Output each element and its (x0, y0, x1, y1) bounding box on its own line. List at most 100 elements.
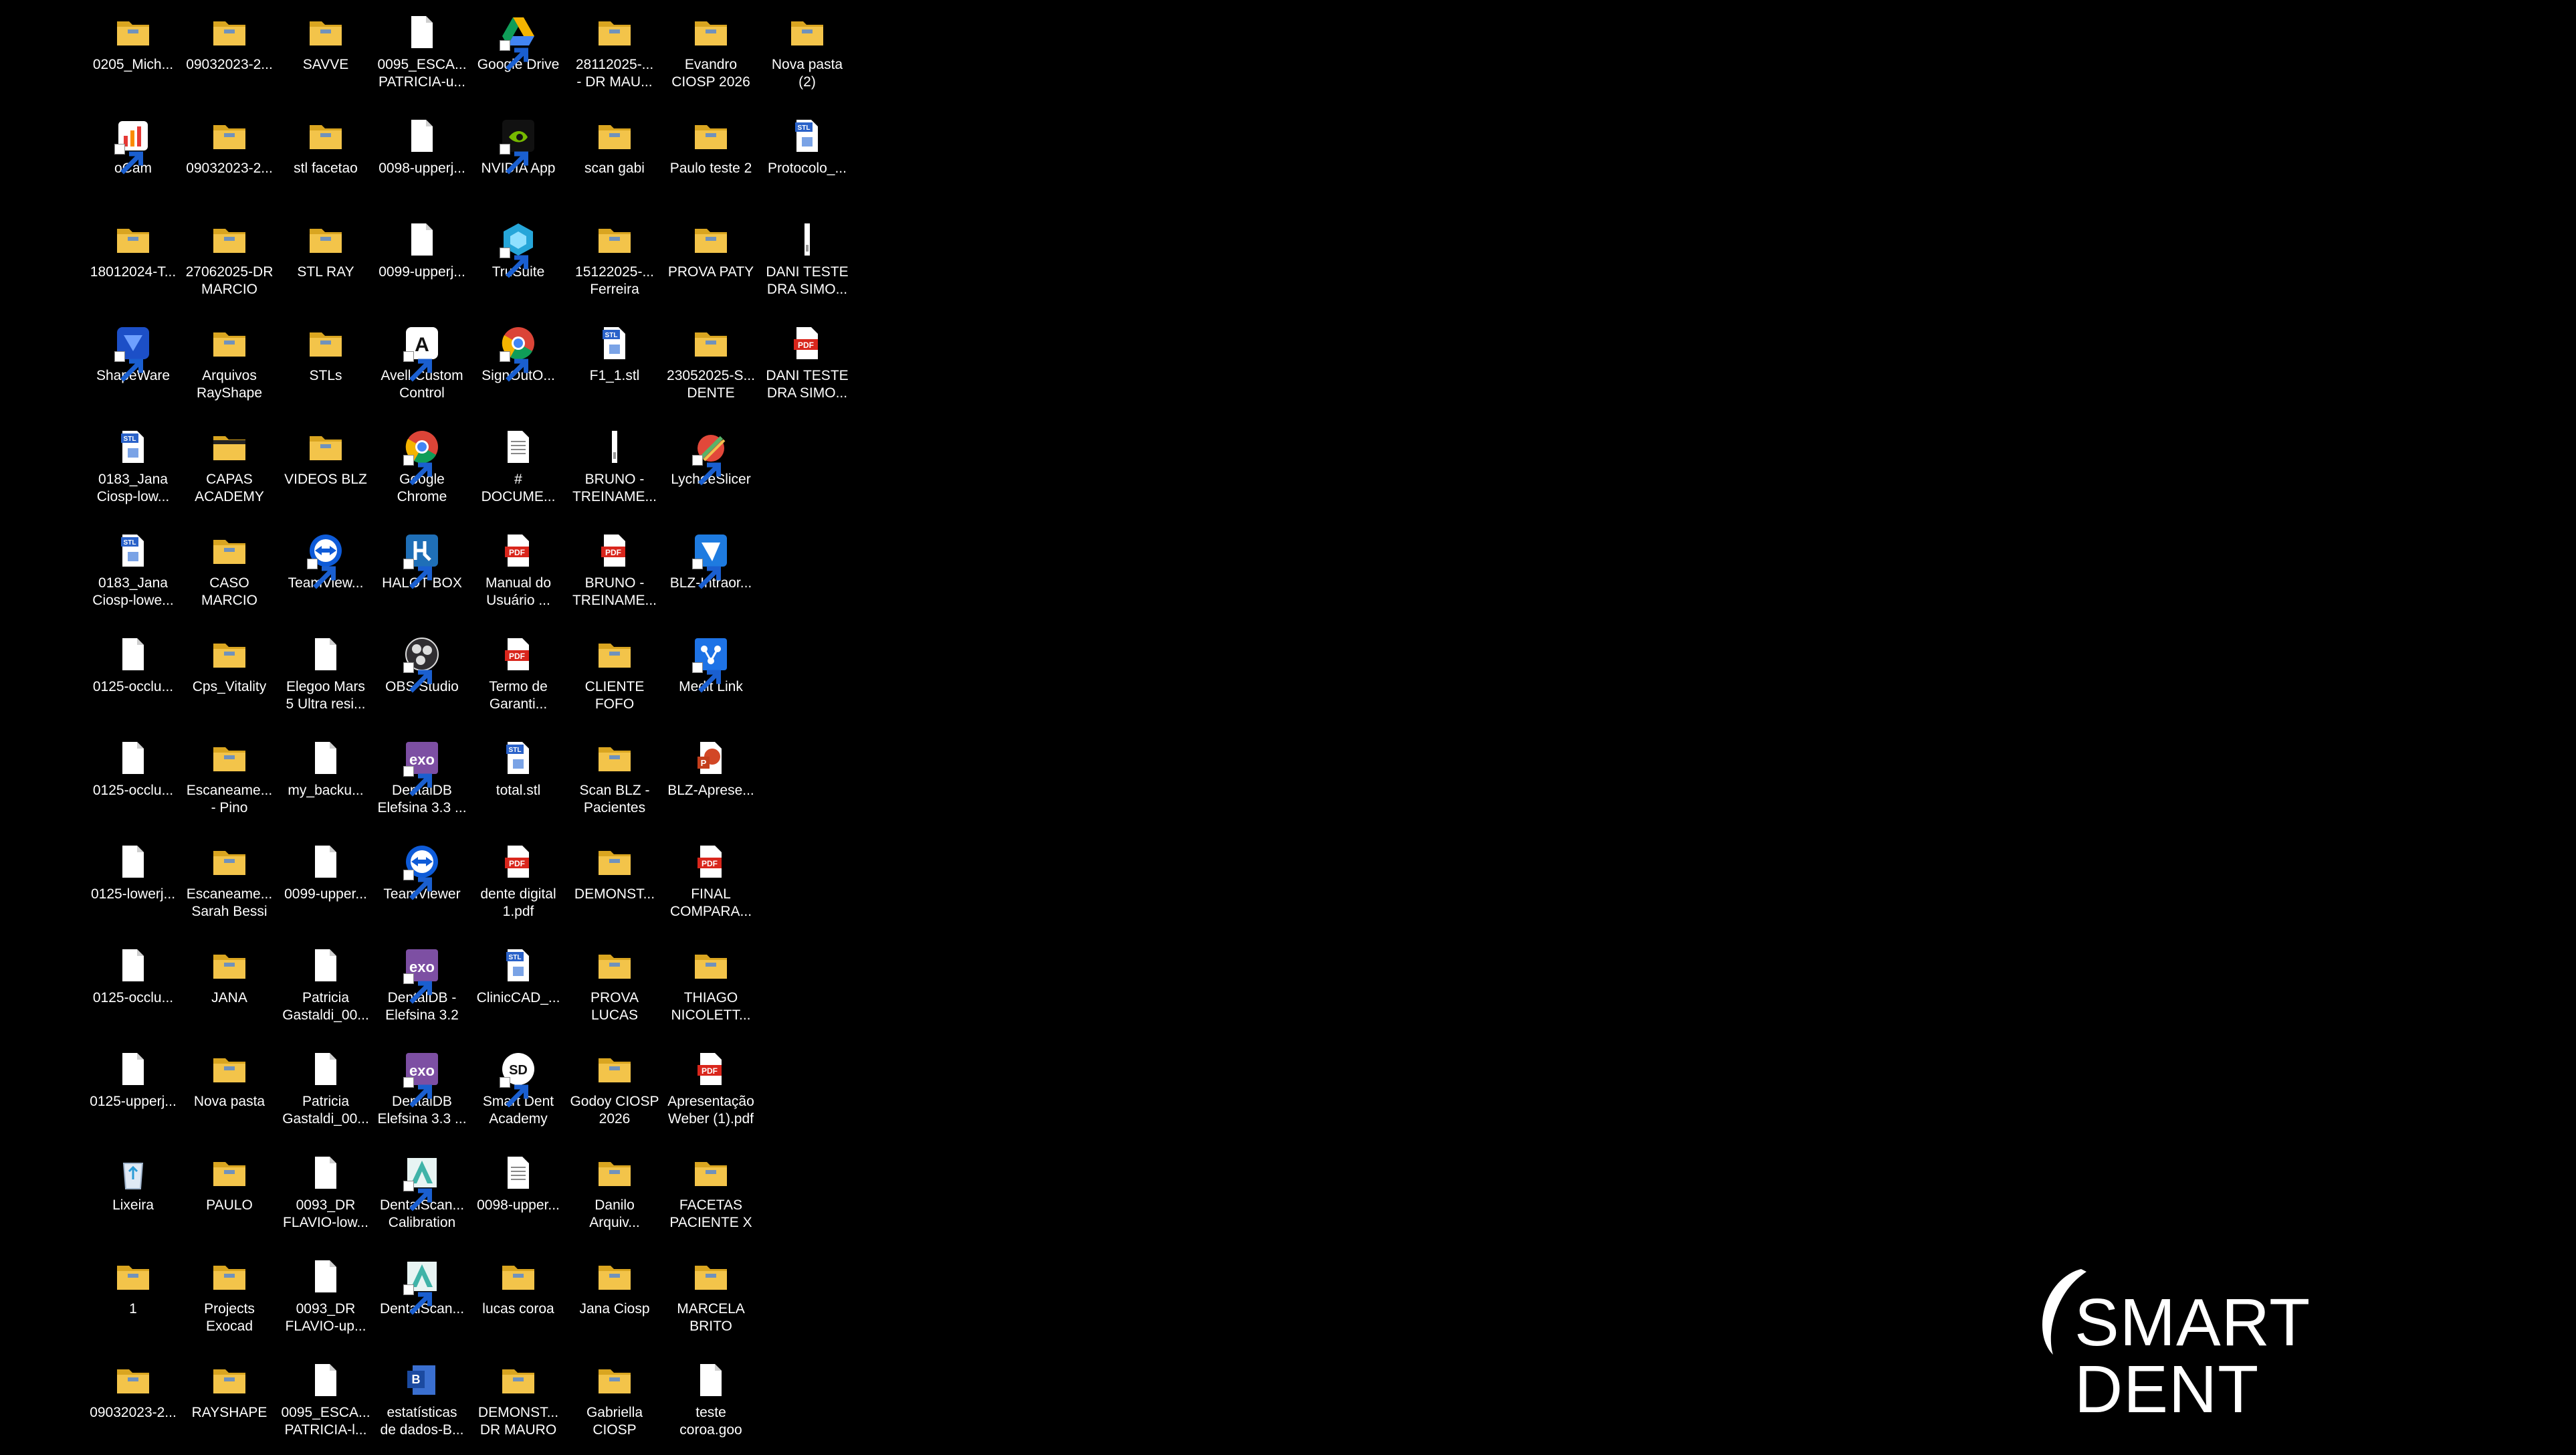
desktop-icon[interactable]: my_backu... (278, 733, 373, 833)
desktop-icon[interactable]: NVIDIA App (471, 110, 566, 211)
desktop-icon[interactable]: 0095_ESCA... PATRICIA-l... (278, 1355, 373, 1455)
desktop-icon[interactable]: THIAGO NICOLETT... (663, 940, 758, 1040)
desktop-icon[interactable]: STL ClinicCAD_... (471, 940, 566, 1040)
desktop-icon[interactable]: OBS Studio (374, 629, 469, 729)
desktop-icon[interactable]: scan gabi (567, 110, 662, 211)
desktop-icon[interactable]: TeamViewer (374, 836, 469, 937)
desktop-icon[interactable]: teste coroa.goo (663, 1355, 758, 1455)
desktop-icon[interactable]: lucas coroa (471, 1251, 566, 1351)
desktop-icon[interactable]: 0095_ESCA... PATRICIA-u... (374, 7, 469, 107)
desktop-icon[interactable]: BRUNO - TREINAME... (567, 421, 662, 522)
desktop-icon[interactable]: 18012024-T... (86, 214, 181, 314)
desktop-icon[interactable]: # DOCUME... (471, 421, 566, 522)
desktop-icon[interactable]: exo DentalDB - Elefsina 3.2 (374, 940, 469, 1040)
desktop-icon[interactable]: PDF Termo de Garanti... (471, 629, 566, 729)
desktop-icon[interactable]: 0125-lowerj... (86, 836, 181, 937)
desktop-icon[interactable]: SignOutO... (471, 318, 566, 418)
desktop-icon[interactable]: PDF Apresentação Weber (1).pdf (663, 1044, 758, 1144)
desktop-icon[interactable]: 0099-upper... (278, 836, 373, 937)
desktop-icon[interactable]: STLs (278, 318, 373, 418)
desktop-icon[interactable]: 28112025-... - DR MAU... (567, 7, 662, 107)
desktop-icon[interactable]: STL Protocolo_... (760, 110, 855, 211)
desktop-icon[interactable]: DEMONST... DR MAURO (471, 1355, 566, 1455)
desktop-icon[interactable]: DentalScan... (374, 1251, 469, 1351)
desktop-icon[interactable]: Google Chrome (374, 421, 469, 522)
desktop-icon[interactable]: STL F1_1.stl (567, 318, 662, 418)
desktop-icon[interactable]: Patricia Gastaldi_00... (278, 940, 373, 1040)
desktop-icon[interactable]: STL total.stl (471, 733, 566, 833)
desktop-icon[interactable]: PDF FINAL COMPARA... (663, 836, 758, 937)
desktop-icon[interactable]: SAVVE (278, 7, 373, 107)
desktop-icon[interactable]: FACETAS PACIENTE X (663, 1147, 758, 1248)
desktop-icon[interactable]: Nova pasta (2) (760, 7, 855, 107)
desktop-icon[interactable]: 09032023-2... (182, 7, 277, 107)
desktop-icon[interactable]: PDF Manual do Usuário ... (471, 525, 566, 625)
desktop-icon[interactable]: CAPAS ACADEMY (182, 421, 277, 522)
desktop-icon[interactable]: DEMONST... (567, 836, 662, 937)
desktop-icon[interactable]: ShapeWare (86, 318, 181, 418)
desktop-icon[interactable]: JANA (182, 940, 277, 1040)
desktop-icon[interactable]: 0098-upperj... (374, 110, 469, 211)
desktop-icon[interactable]: 0098-upper... (471, 1147, 566, 1248)
desktop-icon[interactable]: TeamView... (278, 525, 373, 625)
desktop-icon[interactable]: MARCELA BRITO (663, 1251, 758, 1351)
desktop-icon[interactable]: 27062025-DR MARCIO (182, 214, 277, 314)
desktop-icon[interactable]: 0125-occlu... (86, 629, 181, 729)
desktop-icon[interactable]: exo DentalDB Elefsina 3.3 ... (374, 1044, 469, 1144)
desktop-icon[interactable]: PDF DANI TESTE DRA SIMO... (760, 318, 855, 418)
desktop-icon[interactable]: TruSuite (471, 214, 566, 314)
desktop-icon[interactable]: PDF BRUNO - TREINAME... (567, 525, 662, 625)
desktop-icon[interactable]: Elegoo Mars 5 Ultra resi... (278, 629, 373, 729)
desktop-icon[interactable]: STL 0183_Jana Ciosp-lowe... (86, 525, 181, 625)
desktop-icon[interactable]: oCam (86, 110, 181, 211)
desktop-icon[interactable]: Bestatísticas de dados-B... (374, 1355, 469, 1455)
desktop-icon[interactable]: PAULO (182, 1147, 277, 1248)
desktop-icon[interactable]: Godoy CIOSP 2026 (567, 1044, 662, 1144)
desktop-icon[interactable]: DentalScan... Calibration (374, 1147, 469, 1248)
desktop-icon[interactable]: Escaneame... - Pino (182, 733, 277, 833)
desktop-icon[interactable]: 15122025-... Ferreira (567, 214, 662, 314)
desktop-icon[interactable]: exo DentalDB Elefsina 3.3 ... (374, 733, 469, 833)
desktop-icon[interactable]: PROVA LUCAS (567, 940, 662, 1040)
desktop-icon[interactable]: PROVA PATY (663, 214, 758, 314)
desktop-icon[interactable]: P BLZ-Aprese... (663, 733, 758, 833)
desktop-icon[interactable]: LycheeSlicer (663, 421, 758, 522)
desktop-icon[interactable]: 0125-upperj... (86, 1044, 181, 1144)
desktop-icon[interactable]: 09032023-2... (182, 110, 277, 211)
desktop-icon[interactable]: CASO MARCIO (182, 525, 277, 625)
desktop-icon[interactable]: Evandro CIOSP 2026 (663, 7, 758, 107)
desktop-icon[interactable]: Google Drive (471, 7, 566, 107)
desktop-icon[interactable]: Cps_Vitality (182, 629, 277, 729)
desktop-icon[interactable]: Escaneame... Sarah Bessi (182, 836, 277, 937)
desktop-icon[interactable]: 0093_DR FLAVIO-low... (278, 1147, 373, 1248)
desktop-icon[interactable]: RAYSHAPE (182, 1355, 277, 1455)
desktop-icon[interactable]: 09032023-2... (86, 1355, 181, 1455)
desktop-icon[interactable]: DANI TESTE DRA SIMO... (760, 214, 855, 314)
desktop-icon[interactable]: 0125-occlu... (86, 733, 181, 833)
desktop-icon[interactable]: Medit Link (663, 629, 758, 729)
desktop-icon[interactable]: Projects Exocad (182, 1251, 277, 1351)
desktop-icon[interactable]: Patricia Gastaldi_00... (278, 1044, 373, 1144)
desktop-icon[interactable]: 0125-occlu... (86, 940, 181, 1040)
desktop-icon[interactable]: 0093_DR FLAVIO-up... (278, 1251, 373, 1351)
desktop-icon[interactable]: SD Smart Dent Academy (471, 1044, 566, 1144)
desktop-icon[interactable]: A Avell Custom Control (374, 318, 469, 418)
desktop-icon[interactable]: 0205_Mich... (86, 7, 181, 107)
desktop-icon[interactable]: 0099-upperj... (374, 214, 469, 314)
desktop-icon[interactable]: HALOT BOX (374, 525, 469, 625)
desktop-icon[interactable]: CLIENTE FOFO (567, 629, 662, 729)
desktop-icon[interactable]: Jana Ciosp (567, 1251, 662, 1351)
desktop-icon[interactable]: BLZ-Intraor... (663, 525, 758, 625)
desktop-icon[interactable]: 1 (86, 1251, 181, 1351)
desktop-icon[interactable]: Scan BLZ - Pacientes (567, 733, 662, 833)
desktop-icon[interactable]: Paulo teste 2 (663, 110, 758, 211)
desktop-icon[interactable]: STL RAY (278, 214, 373, 314)
desktop-icon[interactable]: Nova pasta (182, 1044, 277, 1144)
desktop-icon[interactable]: 23052025-S... DENTE (663, 318, 758, 418)
desktop-icon[interactable]: STL 0183_Jana Ciosp-low... (86, 421, 181, 522)
desktop-icon[interactable]: PDF dente digital 1.pdf (471, 836, 566, 937)
desktop-icon[interactable]: Lixeira (86, 1147, 181, 1248)
desktop-icon[interactable]: Arquivos RayShape (182, 318, 277, 418)
desktop-icon[interactable]: Danilo Arquiv... (567, 1147, 662, 1248)
desktop-icon[interactable]: VIDEOS BLZ (278, 421, 373, 522)
